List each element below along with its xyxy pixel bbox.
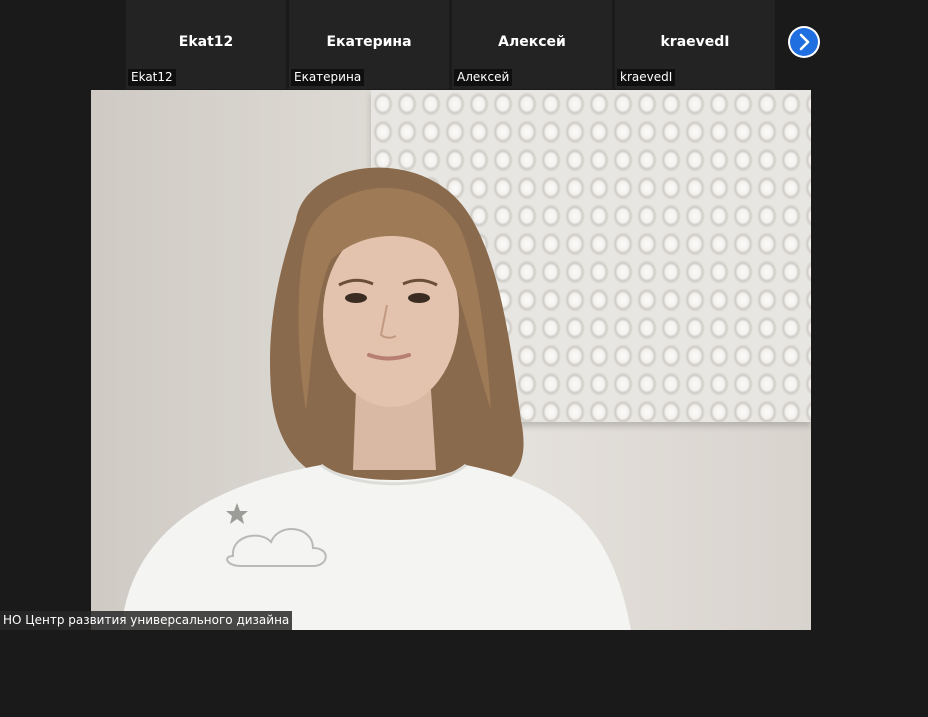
participant-strip: Ekat12 Ekat12 Екатерина Екатерина Алексе… xyxy=(126,0,776,89)
next-page-button[interactable] xyxy=(788,26,820,58)
participant-tile-kraeved[interactable]: kraevedI kraevedI xyxy=(615,0,775,89)
main-video-feed[interactable] xyxy=(91,90,811,630)
participant-label: Екатерина xyxy=(291,69,365,86)
participant-tile-ekaterina[interactable]: Екатерина Екатерина xyxy=(289,0,449,89)
chevron-right-icon xyxy=(799,33,810,51)
participant-tile-ekat12[interactable]: Ekat12 Ekat12 xyxy=(126,0,286,89)
participant-name: Екатерина xyxy=(326,34,412,50)
video-participant-image xyxy=(121,167,631,630)
active-speaker-label: НО Центр развития универсального дизайна xyxy=(0,611,293,630)
participant-tile-aleksey[interactable]: Алексей Алексей xyxy=(452,0,612,89)
participant-label: Алексей xyxy=(454,69,513,86)
participant-label: kraevedI xyxy=(617,69,676,86)
participant-name: Алексей xyxy=(498,34,566,50)
participant-name: kraevedI xyxy=(660,34,730,50)
participant-label: Ekat12 xyxy=(128,69,176,86)
participant-name: Ekat12 xyxy=(178,34,234,50)
